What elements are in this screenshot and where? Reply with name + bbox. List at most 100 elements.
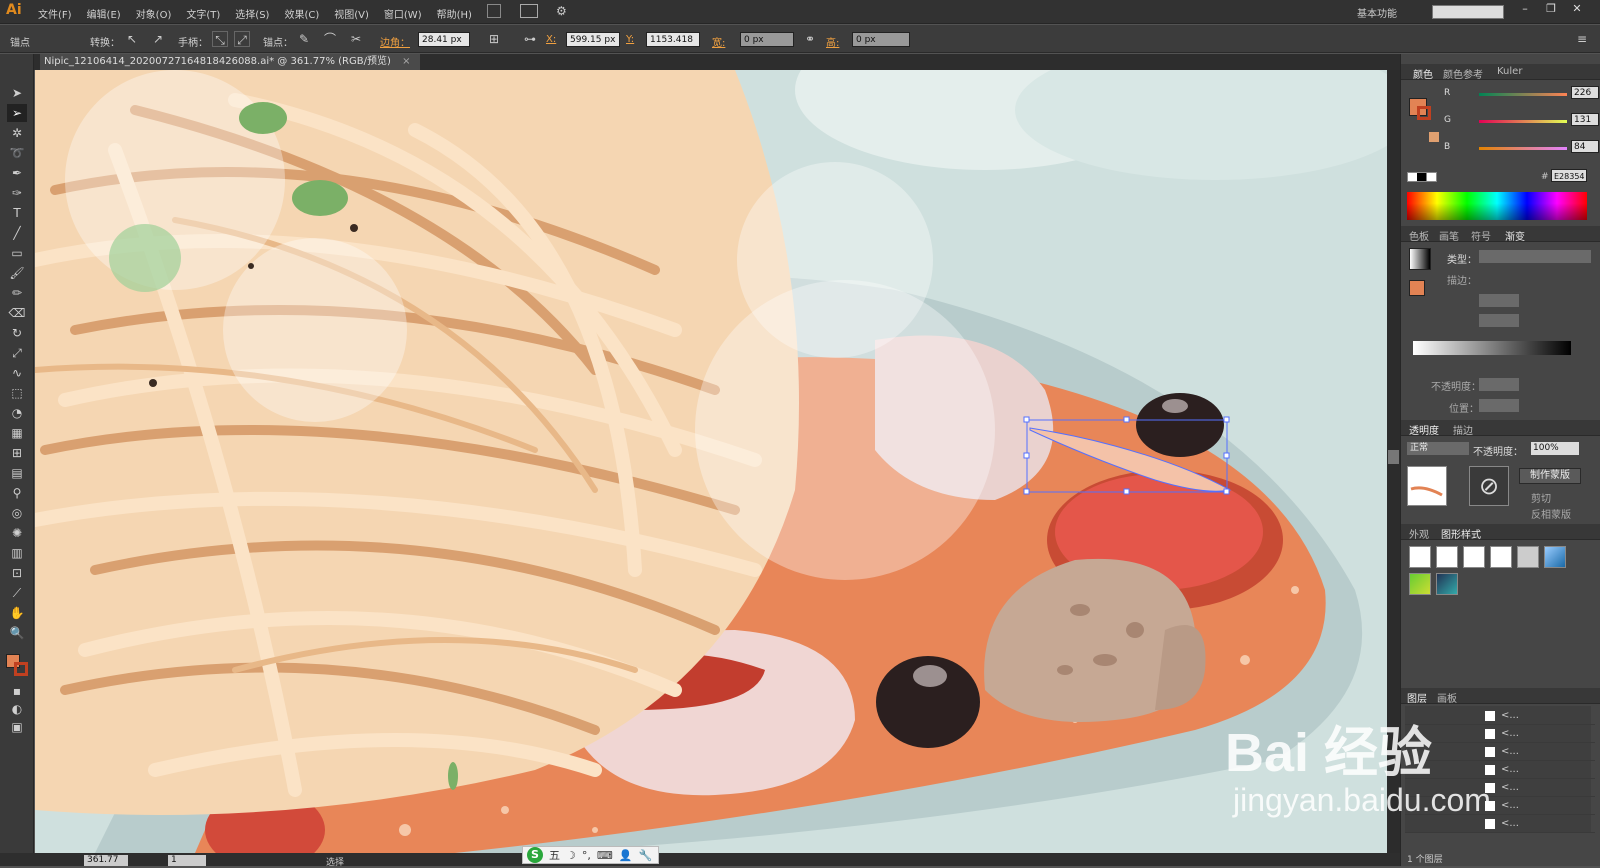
pencil-tool-icon[interactable]: ✏ <box>7 284 27 302</box>
type-tool-icon[interactable]: T <box>7 204 27 222</box>
link-proportions-icon[interactable]: ⚭ <box>802 31 818 47</box>
rectangle-tool-icon[interactable]: ▭ <box>7 244 27 262</box>
gpu-performance-icon[interactable]: ⚙ <box>556 4 567 18</box>
corner-radius-field[interactable]: 28.41 px <box>418 32 470 47</box>
red-value-field[interactable]: 226 <box>1571 86 1599 99</box>
green-track[interactable] <box>1479 120 1567 123</box>
tab-color[interactable]: 颜色 <box>1413 66 1433 81</box>
gradient-slider[interactable] <box>1413 341 1571 355</box>
symbol-sprayer-tool-icon[interactable]: ✺ <box>7 524 27 542</box>
control-bar-menu-icon[interactable]: ≡ <box>1574 31 1590 47</box>
red-track[interactable] <box>1479 93 1567 96</box>
workspace-switcher[interactable]: 基本功能 <box>1357 5 1397 20</box>
x-field[interactable]: 599.15 px <box>566 32 620 47</box>
menu-object[interactable]: 对象(O) <box>136 6 172 21</box>
transparency-opacity-field[interactable]: 100% <box>1531 442 1579 455</box>
punctuation-icon[interactable]: °, <box>582 849 591 862</box>
hand-tool-icon[interactable]: ✋ <box>7 604 27 622</box>
menu-type[interactable]: 文字(T) <box>186 6 220 21</box>
y-label[interactable]: Y: <box>626 34 634 45</box>
height-field[interactable]: 0 px <box>852 32 910 47</box>
align-icon[interactable]: ⊶ <box>522 31 538 47</box>
gradient-opacity-field[interactable] <box>1479 378 1519 391</box>
menu-help[interactable]: 帮助(H) <box>437 6 472 21</box>
tab-kuler[interactable]: Kuler <box>1497 66 1522 77</box>
warp-tool-icon[interactable]: ∿ <box>7 364 27 382</box>
free-transform-tool-icon[interactable]: ⬚ <box>7 384 27 402</box>
gradient-type-select[interactable] <box>1479 250 1591 263</box>
magic-wand-tool-icon[interactable]: ✲ <box>7 124 27 142</box>
gradient-tool-icon[interactable]: ▤ <box>7 464 27 482</box>
eraser-tool-icon[interactable]: ⌫ <box>7 304 27 322</box>
gradient-fill-swatch[interactable] <box>1409 280 1425 296</box>
slice-tool-icon[interactable]: ⟋ <box>7 584 27 602</box>
color-stroke-swatch[interactable] <box>1417 106 1431 120</box>
graphic-style-white[interactable] <box>1463 546 1485 568</box>
screen-mode-icon[interactable]: ▣ <box>7 718 27 736</box>
menu-select[interactable]: 选择(S) <box>235 6 269 21</box>
eyedropper-tool-icon[interactable]: ⚲ <box>7 484 27 502</box>
close-icon[interactable]: ✕ <box>1566 2 1588 18</box>
invert-mask-checkbox[interactable]: 反相蒙版 <box>1531 506 1571 521</box>
graphic-style-default[interactable] <box>1409 546 1431 568</box>
menu-window[interactable]: 窗口(W) <box>384 6 422 21</box>
gradient-aspect-field[interactable] <box>1479 314 1519 327</box>
curvature-tool-icon[interactable]: ✑ <box>7 184 27 202</box>
moon-icon[interactable]: ☽ <box>566 849 576 862</box>
none-black-white-swatches[interactable] <box>1407 172 1437 182</box>
show-handles-icon[interactable]: ⤡ <box>212 31 228 47</box>
height-label[interactable]: 高: <box>826 34 839 49</box>
menu-edit[interactable]: 编辑(E) <box>87 6 121 21</box>
y-field[interactable]: 1153.418 <box>646 32 700 47</box>
menu-file[interactable]: 文件(F) <box>38 6 72 21</box>
blue-value-field[interactable]: 84 <box>1571 140 1599 153</box>
perspective-grid-tool-icon[interactable]: ▦ <box>7 424 27 442</box>
gradient-position-field[interactable] <box>1479 399 1519 412</box>
tab-color-guide[interactable]: 颜色参考 <box>1443 66 1483 81</box>
status-current-tool[interactable]: 选择 <box>326 855 344 868</box>
scale-tool-icon[interactable]: ⤢ <box>7 344 27 362</box>
menu-effect[interactable]: 效果(C) <box>284 6 319 21</box>
ime-mode-label[interactable]: 五 <box>549 847 560 863</box>
cut-path-icon[interactable]: ✂ <box>348 31 364 47</box>
tab-appearance[interactable]: 外观 <box>1409 526 1429 541</box>
graphic-style-green[interactable] <box>1409 573 1431 595</box>
blend-tool-icon[interactable]: ◎ <box>7 504 27 522</box>
graphic-style-none[interactable] <box>1436 546 1458 568</box>
pen-tool-icon[interactable]: ✒ <box>7 164 27 182</box>
tab-brushes[interactable]: 画笔 <box>1439 228 1459 243</box>
keyboard-icon[interactable]: ⌨ <box>597 849 613 862</box>
zoom-tool-icon[interactable]: 🔍 <box>7 624 27 642</box>
tab-gradient[interactable]: 渐变 <box>1505 228 1525 243</box>
artboard-tool-icon[interactable]: ⊡ <box>7 564 27 582</box>
width-field[interactable]: 0 px <box>740 32 794 47</box>
tab-transparency[interactable]: 透明度 <box>1409 422 1439 437</box>
convert-corner-icon[interactable]: ↖ <box>124 31 140 47</box>
bridge-icon[interactable] <box>487 4 501 18</box>
hex-value-field[interactable]: E28354 <box>1551 169 1587 182</box>
color-spectrum-bar[interactable] <box>1407 192 1587 220</box>
isolate-icon[interactable]: ⊞ <box>486 31 502 47</box>
stroke-swatch[interactable] <box>14 662 28 676</box>
convert-smooth-icon[interactable]: ↗ <box>150 31 166 47</box>
object-thumbnail[interactable] <box>1407 466 1447 506</box>
tab-symbols[interactable]: 符号 <box>1471 228 1491 243</box>
line-tool-icon[interactable]: ╱ <box>7 224 27 242</box>
lasso-tool-icon[interactable]: ➰ <box>7 144 27 162</box>
blue-track[interactable] <box>1479 147 1567 150</box>
gradient-angle-field[interactable] <box>1479 294 1519 307</box>
zoom-level-field[interactable]: 361.77 <box>84 855 128 866</box>
color-mode-icon[interactable]: ▪ <box>7 682 27 700</box>
column-graph-tool-icon[interactable]: ▥ <box>7 544 27 562</box>
artboard-canvas[interactable] <box>35 70 1387 853</box>
graphic-style-teal[interactable] <box>1436 573 1458 595</box>
tab-graphic-styles[interactable]: 图形样式 <box>1441 526 1481 541</box>
blend-mode-select[interactable]: 正常 <box>1407 442 1469 455</box>
help-search-input[interactable] <box>1432 5 1504 19</box>
clip-checkbox[interactable]: 剪切 <box>1531 490 1551 505</box>
selection-tool-icon[interactable]: ➤ <box>7 84 27 102</box>
gradient-thumbnail[interactable] <box>1409 248 1431 270</box>
minimize-icon[interactable]: – <box>1514 2 1536 18</box>
vertical-scroll-thumb[interactable] <box>1388 450 1399 464</box>
width-label[interactable]: 宽: <box>712 34 725 49</box>
